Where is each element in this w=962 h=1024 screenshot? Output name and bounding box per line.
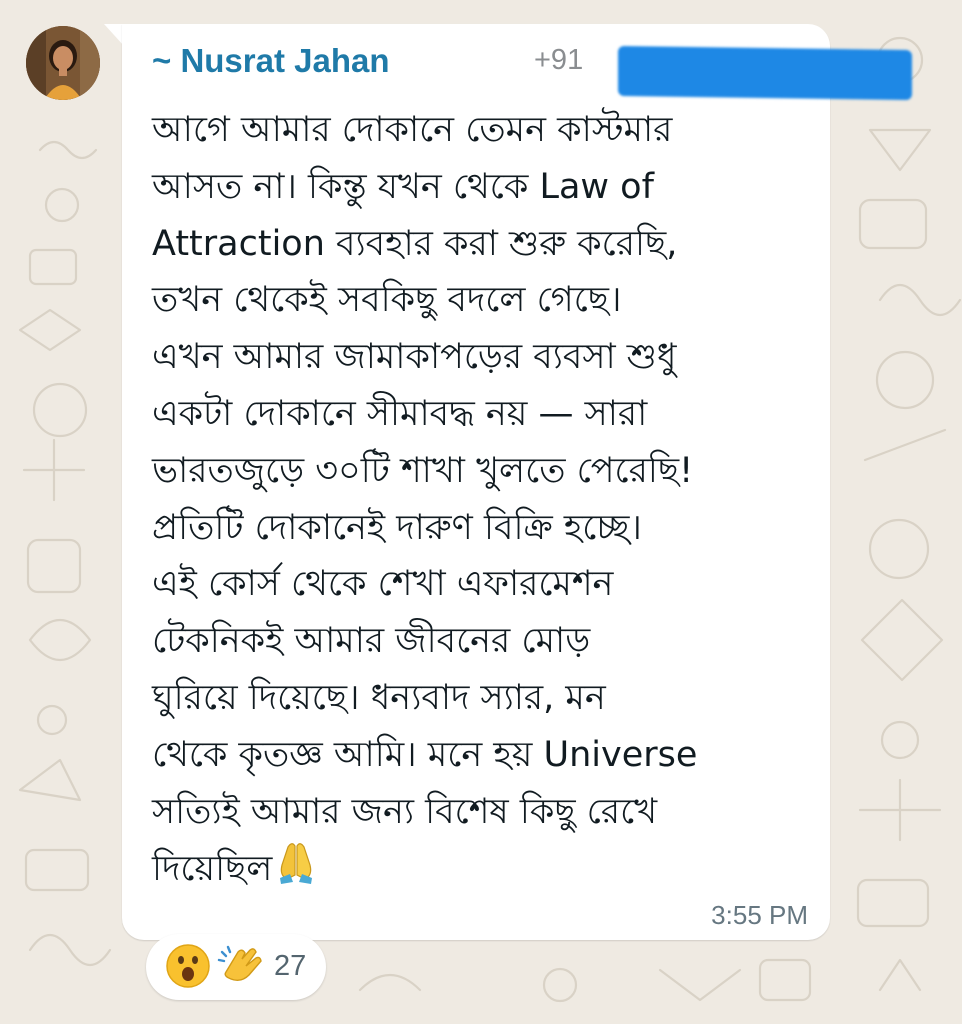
sender-phone: +91 bbox=[534, 44, 584, 76]
message-body: আগে আমার দোকানে তেমন কাস্টমার আসত না। কি… bbox=[152, 110, 698, 890]
redaction-mark bbox=[618, 45, 912, 101]
message-timestamp: 3:55 PM bbox=[711, 900, 808, 930]
bubble-tail bbox=[104, 24, 124, 46]
sender-row: ~ Nusrat Jahan +91 bbox=[152, 42, 912, 101]
message-text: আগে আমার দোকানে তেমন কাস্টমার আসত না। কি… bbox=[152, 102, 812, 902]
sender-name[interactable]: ~ Nusrat Jahan bbox=[152, 42, 390, 80]
message-bubble[interactable]: ~ Nusrat Jahan +91 আগে আমার দোকানে তেমন … bbox=[122, 24, 912, 940]
profile-photo-woman bbox=[26, 26, 100, 100]
folded-hands-icon bbox=[276, 840, 316, 902]
reactions-bar[interactable]: 27 bbox=[146, 934, 326, 1000]
astonished-face-icon bbox=[164, 942, 212, 995]
reaction-count: 27 bbox=[274, 950, 307, 982]
avatar[interactable] bbox=[26, 26, 100, 100]
clapping-hands-icon bbox=[216, 942, 266, 995]
